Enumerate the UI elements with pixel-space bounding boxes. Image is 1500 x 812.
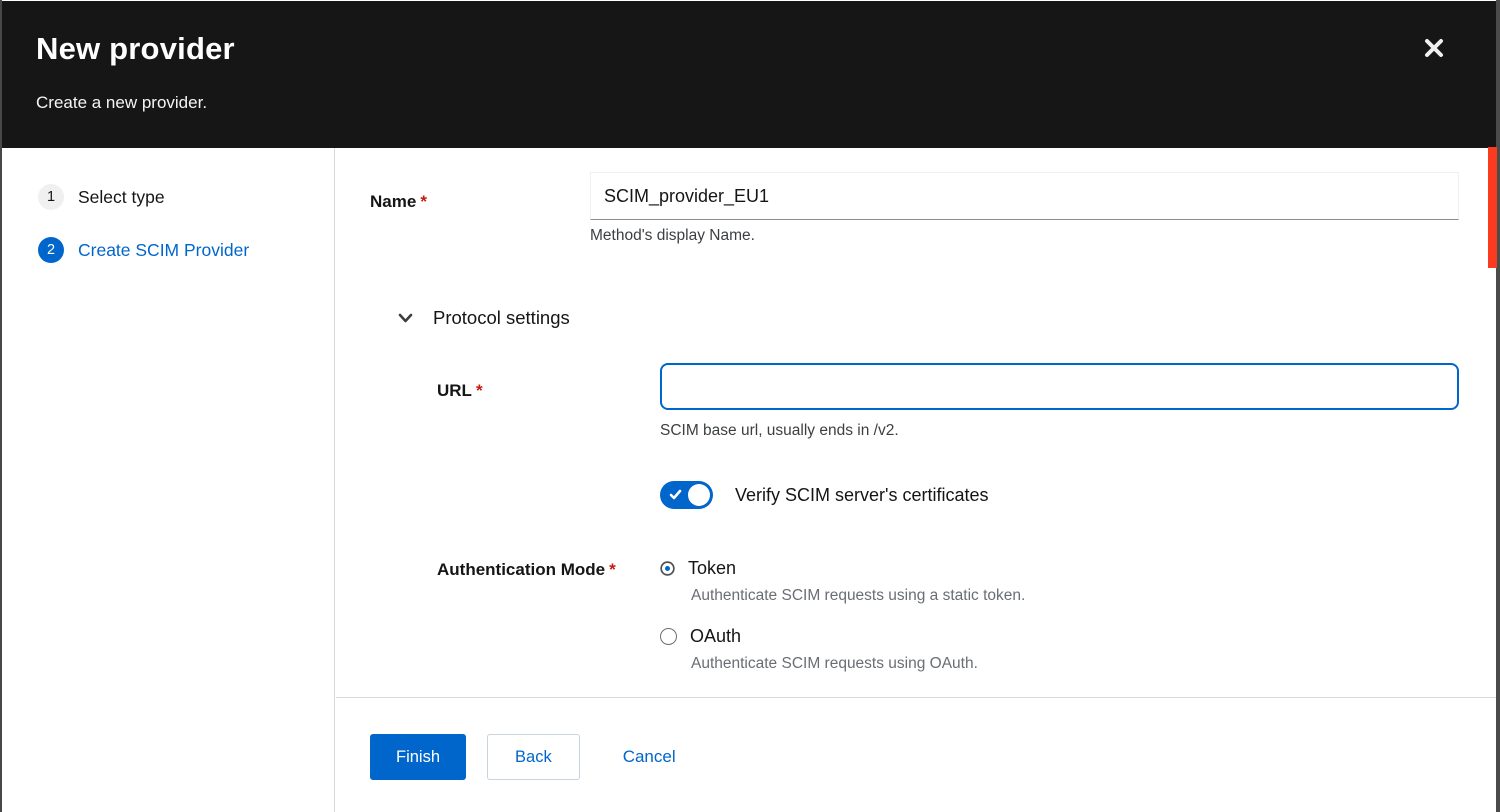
window-edge-left: [0, 0, 2, 812]
name-field-label: Name*: [370, 172, 590, 245]
url-field-label: URL*: [437, 363, 660, 440]
authentication-mode-label: Authentication Mode*: [437, 558, 660, 673]
sidebar-step-select-type[interactable]: 1 Select type: [0, 184, 334, 210]
step-label: Create SCIM Provider: [78, 240, 249, 261]
cancel-button[interactable]: Cancel: [623, 734, 676, 780]
wizard-footer: Finish Back Cancel: [336, 697, 1496, 812]
radio-selected-icon: [662, 563, 673, 574]
protocol-settings-title: Protocol settings: [433, 307, 570, 329]
name-label-text: Name: [370, 192, 416, 211]
step-number-badge: 1: [38, 184, 64, 210]
step-label: Select type: [78, 187, 165, 208]
required-asterisk: *: [476, 381, 483, 400]
radio-unselected-icon: [660, 628, 677, 645]
wizard-form-body: Name* Method's display Name. Protocol se…: [336, 148, 1496, 697]
radio-token[interactable]: Token: [660, 558, 1459, 579]
url-helper-text: SCIM base url, usually ends in /v2.: [660, 422, 1459, 440]
toggle-knob: [688, 484, 710, 506]
spacer: [437, 481, 660, 509]
close-button[interactable]: [1418, 32, 1450, 64]
close-icon: [1423, 37, 1445, 59]
finish-button[interactable]: Finish: [370, 734, 466, 780]
name-helper-text: Method's display Name.: [590, 227, 1459, 245]
check-icon: [669, 488, 682, 501]
scrollbar-thumb[interactable]: [1488, 147, 1497, 268]
radio-token-description: Authenticate SCIM requests using a stati…: [691, 587, 1459, 605]
name-input[interactable]: [590, 172, 1459, 220]
back-button[interactable]: Back: [487, 734, 580, 780]
auth-mode-label-text: Authentication Mode: [437, 560, 605, 579]
wizard-steps-sidebar: 1 Select type 2 Create SCIM Provider: [0, 148, 335, 812]
scrollbar-track: [1496, 0, 1500, 812]
radio-oauth-description: Authenticate SCIM requests using OAuth.: [691, 655, 1459, 673]
authentication-mode-row: Authentication Mode* Token Authenticate …: [437, 558, 1459, 673]
verify-certificates-label: Verify SCIM server's certificates: [735, 485, 989, 506]
protocol-settings-toggle[interactable]: Protocol settings: [398, 307, 1459, 329]
sidebar-step-create-scim-provider[interactable]: 2 Create SCIM Provider: [0, 237, 334, 263]
modal-header: New provider Create a new provider.: [0, 1, 1500, 148]
name-form-row: Name* Method's display Name.: [370, 172, 1459, 245]
radio-oauth-label: OAuth: [690, 626, 741, 647]
verify-certificates-toggle[interactable]: [660, 481, 713, 509]
url-label-text: URL: [437, 381, 472, 400]
required-asterisk: *: [609, 560, 616, 579]
url-input[interactable]: [660, 363, 1459, 410]
radio-token-label: Token: [688, 558, 736, 579]
step-number-badge: 2: [38, 237, 64, 263]
chevron-down-icon: [398, 313, 413, 323]
page-title: New provider: [36, 31, 235, 67]
radio-oauth[interactable]: OAuth: [660, 626, 1459, 647]
required-asterisk: *: [420, 192, 427, 211]
url-form-row: URL* SCIM base url, usually ends in /v2.: [437, 363, 1459, 440]
page-subtitle: Create a new provider.: [36, 93, 207, 113]
verify-certificates-row: Verify SCIM server's certificates: [437, 481, 1459, 509]
